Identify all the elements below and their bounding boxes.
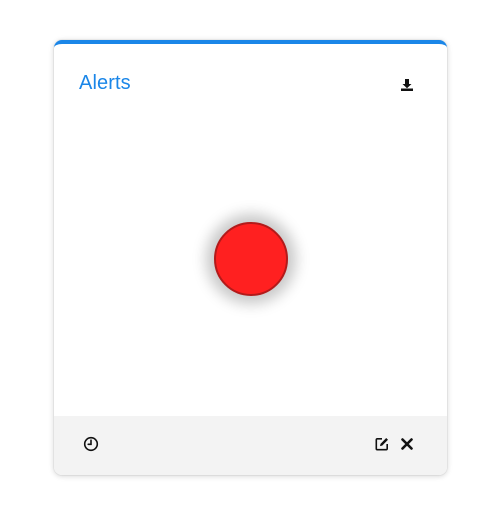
widget-title: Alerts — [79, 72, 131, 94]
widget-footer — [54, 416, 447, 475]
history-button[interactable] — [82, 435, 100, 453]
edit-icon — [375, 438, 388, 451]
status-indicator — [214, 222, 288, 296]
download-button[interactable] — [399, 77, 415, 93]
clock-icon — [83, 436, 99, 452]
close-button[interactable] — [399, 436, 415, 452]
download-icon — [401, 79, 413, 91]
alerts-widget: Alerts — [54, 40, 447, 475]
close-icon — [401, 438, 413, 450]
edit-button[interactable] — [374, 436, 390, 452]
